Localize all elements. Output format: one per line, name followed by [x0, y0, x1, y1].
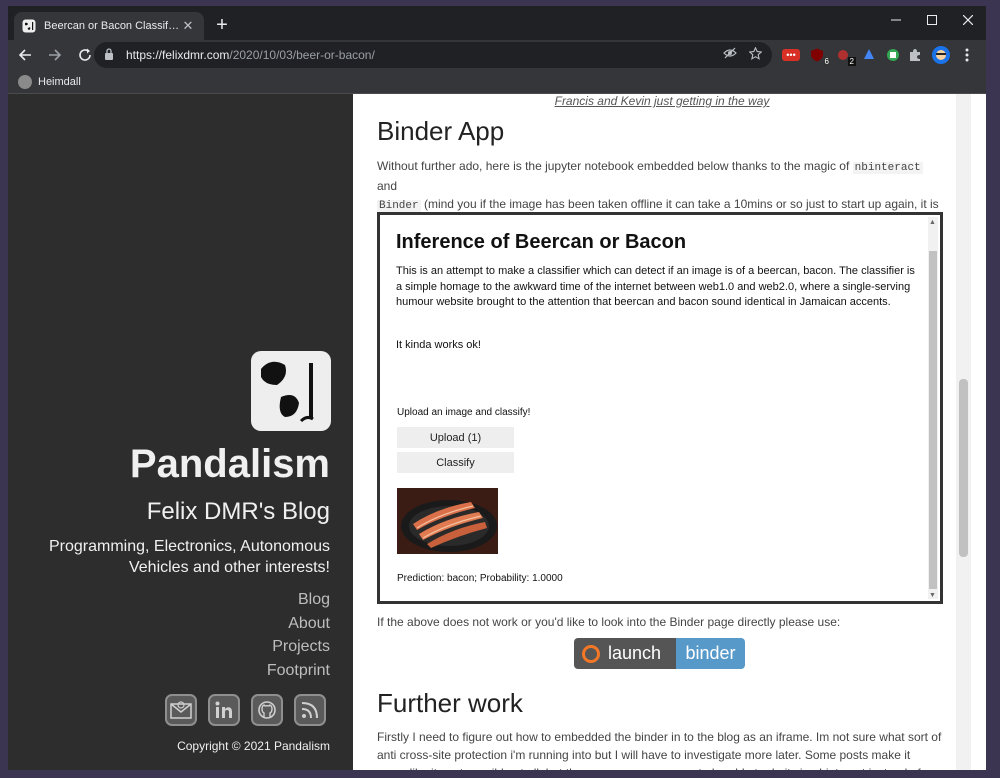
extension-icon-2[interactable]: 2 [834, 46, 856, 66]
page-scroll-thumb[interactable] [959, 379, 968, 557]
social-links [165, 694, 326, 726]
intro-text-1: Without further ado, here is the jupyter… [377, 159, 850, 173]
web-page: Pandalism Felix DMR's Blog Programming, … [8, 94, 986, 770]
menu-kebab-icon[interactable] [958, 46, 976, 64]
extension-id-icon[interactable] [884, 46, 902, 64]
site-logo[interactable] [251, 351, 331, 431]
iframe-scroll-thumb[interactable] [929, 251, 937, 589]
eye-off-icon[interactable] [723, 47, 737, 63]
bookmarks-bar: Heimdall [8, 70, 986, 94]
new-tab-button[interactable]: + [210, 14, 234, 38]
tab-strip: Beercan or Bacon Classifier – Pan ✕ + [8, 6, 986, 40]
copyright: Copyright © 2021 Pandalism [177, 739, 330, 753]
upload-label: Upload an image and classify! [397, 407, 531, 418]
favicon-icon [22, 19, 36, 33]
star-icon[interactable] [748, 46, 763, 63]
launch-binder-badge[interactable]: launch binder [574, 638, 745, 669]
site-subtitle: Felix DMR's Blog [146, 498, 330, 525]
url-path: /2020/10/03/beer-or-bacon/ [229, 48, 375, 62]
nav-blog[interactable]: Blog [267, 588, 330, 612]
ublock-icon[interactable]: 6 [808, 46, 830, 66]
page-scrollbar[interactable] [956, 94, 971, 770]
nav-footprint[interactable]: Footprint [267, 659, 330, 683]
badge-left: launch [574, 638, 676, 669]
extension-dots-icon[interactable]: ••• [782, 49, 800, 61]
badge-binder-text: binder [676, 638, 745, 669]
binder-iframe[interactable]: ▲ ▼ Inference of Beercan or Bacon This i… [377, 212, 943, 604]
after-iframe-text: If the above does not work or you'd like… [377, 615, 841, 629]
nbinteract-code: nbinteract [852, 162, 923, 174]
further-work-paragraph: Firstly I need to figure out how to embe… [377, 730, 942, 770]
github-icon[interactable] [251, 694, 283, 726]
notebook-note: It kinda works ok! [396, 339, 481, 351]
heimdall-bookmark-icon [18, 74, 32, 89]
browser-window: Beercan or Bacon Classifier – Pan ✕ + ht… [8, 6, 986, 770]
binder-heading: Binder App [377, 116, 505, 146]
tab-title: Beercan or Bacon Classifier – Pan [44, 20, 180, 32]
lock-icon [104, 47, 118, 63]
intro-and: and [377, 179, 398, 193]
upload-button[interactable]: Upload (1) [397, 427, 514, 448]
site-description: Programming, Electronics, Autonomous Veh… [48, 538, 330, 576]
binder-code: Binder [377, 200, 421, 212]
back-icon[interactable] [12, 42, 38, 68]
prediction-output: Prediction: bacon; Probability: 1.0000 [397, 573, 563, 584]
notebook-title: Inference of Beercan or Bacon [396, 231, 687, 253]
main-content: Francis and Kevin just getting in the wa… [353, 94, 971, 770]
maximize-icon[interactable] [914, 6, 950, 34]
url-host: https://felixdmr.com [126, 48, 230, 62]
image-caption[interactable]: Francis and Kevin just getting in the wa… [353, 94, 971, 108]
iframe-scroll-up-icon[interactable]: ▲ [929, 219, 936, 226]
forward-icon[interactable] [42, 42, 68, 68]
extension-badge: 2 [847, 57, 856, 66]
sidebar: Pandalism Felix DMR's Blog Programming, … [8, 94, 353, 770]
uploaded-image [397, 488, 498, 554]
email-icon[interactable] [165, 694, 197, 726]
bookmark-heimdall[interactable]: Heimdall [38, 76, 81, 88]
nav-projects[interactable]: Projects [267, 635, 330, 659]
iframe-scroll-down-icon[interactable]: ▼ [929, 592, 936, 599]
linkedin-icon[interactable] [208, 694, 240, 726]
tab-close-icon[interactable]: ✕ [180, 18, 196, 34]
sidebar-nav: Blog About Projects Footprint [267, 588, 330, 682]
notebook-paragraph: This is an attempt to make a classifier … [396, 265, 915, 308]
rss-icon[interactable] [294, 694, 326, 726]
further-work-heading: Further work [377, 688, 523, 718]
binder-logo-icon [582, 644, 600, 663]
address-bar[interactable]: https://felixdmr.com/2020/10/03/beer-or-… [94, 42, 772, 68]
minimize-icon[interactable] [878, 6, 914, 34]
profile-avatar-icon[interactable] [932, 46, 950, 64]
window-close-icon[interactable] [950, 6, 986, 34]
ublock-badge: 6 [823, 57, 830, 66]
extensions-puzzle-icon[interactable] [906, 46, 924, 64]
iframe-scrollbar[interactable]: ▲ ▼ [928, 217, 938, 599]
classify-button[interactable]: Classify [397, 452, 514, 473]
browser-tab[interactable]: Beercan or Bacon Classifier – Pan ✕ [14, 12, 204, 40]
badge-launch-text: launch [608, 643, 662, 663]
site-title[interactable]: Pandalism [130, 442, 330, 487]
nav-about[interactable]: About [267, 612, 330, 636]
extension-drop-icon[interactable] [860, 46, 878, 64]
